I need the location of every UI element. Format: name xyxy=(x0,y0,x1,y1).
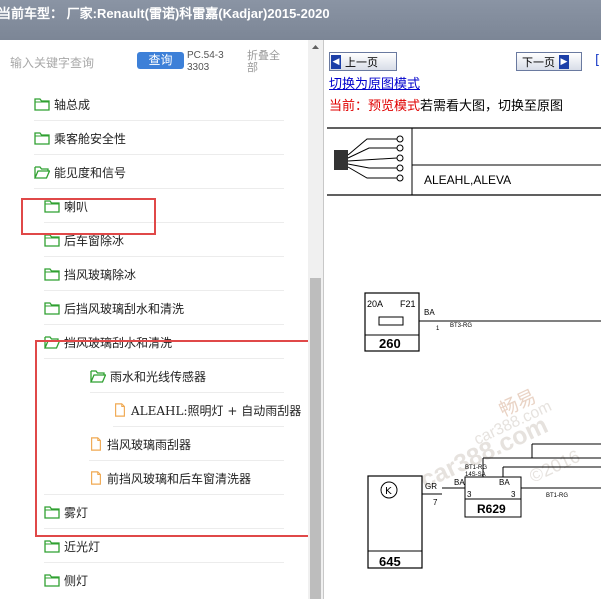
right-arrow-icon: ▶ xyxy=(559,54,569,69)
tree-item-axle[interactable]: 轴总成 xyxy=(34,87,90,121)
next-link[interactable]: [ xyxy=(595,53,600,68)
title-bar: 当前车型： 厂家:Renault(雷诺)科雷嘉(Kadjar)2015-2020 xyxy=(0,0,601,40)
gr-wire: GR xyxy=(425,482,437,491)
pc-number: PC.54-33303 xyxy=(187,50,224,73)
wiring-diagram: ALEAHL,ALEVA 20A F21 BA 1 BT3-RG 260 畅易 … xyxy=(327,127,601,569)
folder-icon xyxy=(44,234,60,247)
mode-prefix: 当前： xyxy=(329,99,369,114)
tree-item-side-lights[interactable]: 侧灯 xyxy=(44,563,88,597)
tree-item-label: 近光灯 xyxy=(64,539,101,554)
folder-icon xyxy=(44,574,60,587)
tree-item-rear-wiper-washer[interactable]: 后挡风玻璃刮水和清洗 xyxy=(44,291,184,325)
folder-icon xyxy=(44,540,60,553)
search-row: 查询 PC.54-33303 折叠全部 xyxy=(0,40,308,86)
collapse-all-button[interactable]: 折叠全部 xyxy=(247,50,287,74)
tree-item-visibility-signals[interactable]: 能见度和信号 xyxy=(34,155,126,189)
highlight-box xyxy=(21,198,156,235)
prev-page-label: 上一页 xyxy=(345,55,378,69)
folder-icon xyxy=(44,302,60,315)
left-arrow-icon: ◀ xyxy=(331,54,341,69)
fuse-wire: BA xyxy=(424,308,435,317)
scroll-up-arrow-icon[interactable] xyxy=(308,40,323,55)
fuse-rating: 20A xyxy=(367,299,383,309)
connector-label: ALEAHL,ALEVA xyxy=(424,173,511,187)
tree-view: 轴总成 乘客舱安全性 能见度和信号 喇叭 后车窗除冰 挡风玻璃除冰 后挡风玻璃刮… xyxy=(0,86,308,599)
highlight-box xyxy=(35,340,308,537)
mode-name: 预览模式 xyxy=(368,99,421,114)
folder-icon xyxy=(34,98,50,111)
tree-item-label: 乘客舱安全性 xyxy=(54,131,127,146)
folder-open-icon xyxy=(34,166,50,179)
ba-right-wire: BA xyxy=(499,478,510,487)
next-page-button[interactable]: 下一页 ▶ xyxy=(516,52,582,71)
ba-left-pin: 3 xyxy=(467,490,472,499)
scrollbar-thumb[interactable] xyxy=(310,278,321,599)
tree-item-label: 侧灯 xyxy=(64,573,89,588)
tree-item-passenger-safety[interactable]: 乘客舱安全性 xyxy=(34,121,126,155)
fuse-pin: 1 xyxy=(436,326,440,332)
folder-icon xyxy=(44,268,60,281)
r629-label: R629 xyxy=(477,502,506,516)
s4s-sa: 14S-SA xyxy=(465,472,486,478)
gr-pin: 7 xyxy=(433,498,438,507)
bt1-rg-top: BT1-RG xyxy=(465,465,487,471)
tree-item-label: 挡风玻璃除冰 xyxy=(64,267,137,282)
bt1-rg-right: BT1-RG xyxy=(546,493,568,499)
vertical-scrollbar[interactable] xyxy=(308,40,323,599)
key-symbol: K xyxy=(385,486,392,497)
left-panel: 查询 PC.54-33303 折叠全部 轴总成 乘客舱安全性 能见度和信号 xyxy=(0,40,323,599)
query-button[interactable]: 查询 xyxy=(137,52,184,69)
pager-bar: ◀ 上一页 下一页 ▶ [ xyxy=(324,40,601,78)
tree-item-label: 轴总成 xyxy=(54,97,91,112)
switch-original-mode-link[interactable]: 切换为原图模式 xyxy=(329,76,420,90)
watermark-text: ©2016 xyxy=(526,446,583,487)
search-input[interactable] xyxy=(10,54,132,72)
fuse-signal: BT3-RG xyxy=(450,323,472,329)
prev-page-button[interactable]: ◀ 上一页 xyxy=(329,52,397,71)
fuse-id: F21 xyxy=(400,299,416,309)
app-window: 当前车型： 厂家:Renault(雷诺)科雷嘉(Kadjar)2015-2020… xyxy=(0,0,601,599)
folder-icon xyxy=(34,132,50,145)
box-645-label: 645 xyxy=(379,554,401,569)
tree-item-label: 能见度和信号 xyxy=(54,165,127,180)
connector-icon xyxy=(334,135,404,182)
tree-item-label: 后挡风玻璃刮水和清洗 xyxy=(64,301,185,316)
next-page-label: 下一页 xyxy=(522,55,555,69)
box-260-label: 260 xyxy=(379,336,401,351)
mode-status: 当前：预览模式若需看大图，切换至原图 xyxy=(329,95,563,114)
title-text: 当前车型： 厂家:Renault(雷诺)科雷嘉(Kadjar)2015-2020 xyxy=(0,6,330,21)
tree-item-windshield-defrost[interactable]: 挡风玻璃除冰 xyxy=(44,257,136,291)
ba-left-wire: BA xyxy=(454,478,465,487)
mode-hint: 若需看大图，切换至原图 xyxy=(420,99,564,114)
viewer-panel: ◀ 上一页 下一页 ▶ [ 切换为原图模式 当前：预览模式若需看大图，切换至原图 xyxy=(323,40,601,599)
ba-right-pin: 3 xyxy=(511,490,516,499)
